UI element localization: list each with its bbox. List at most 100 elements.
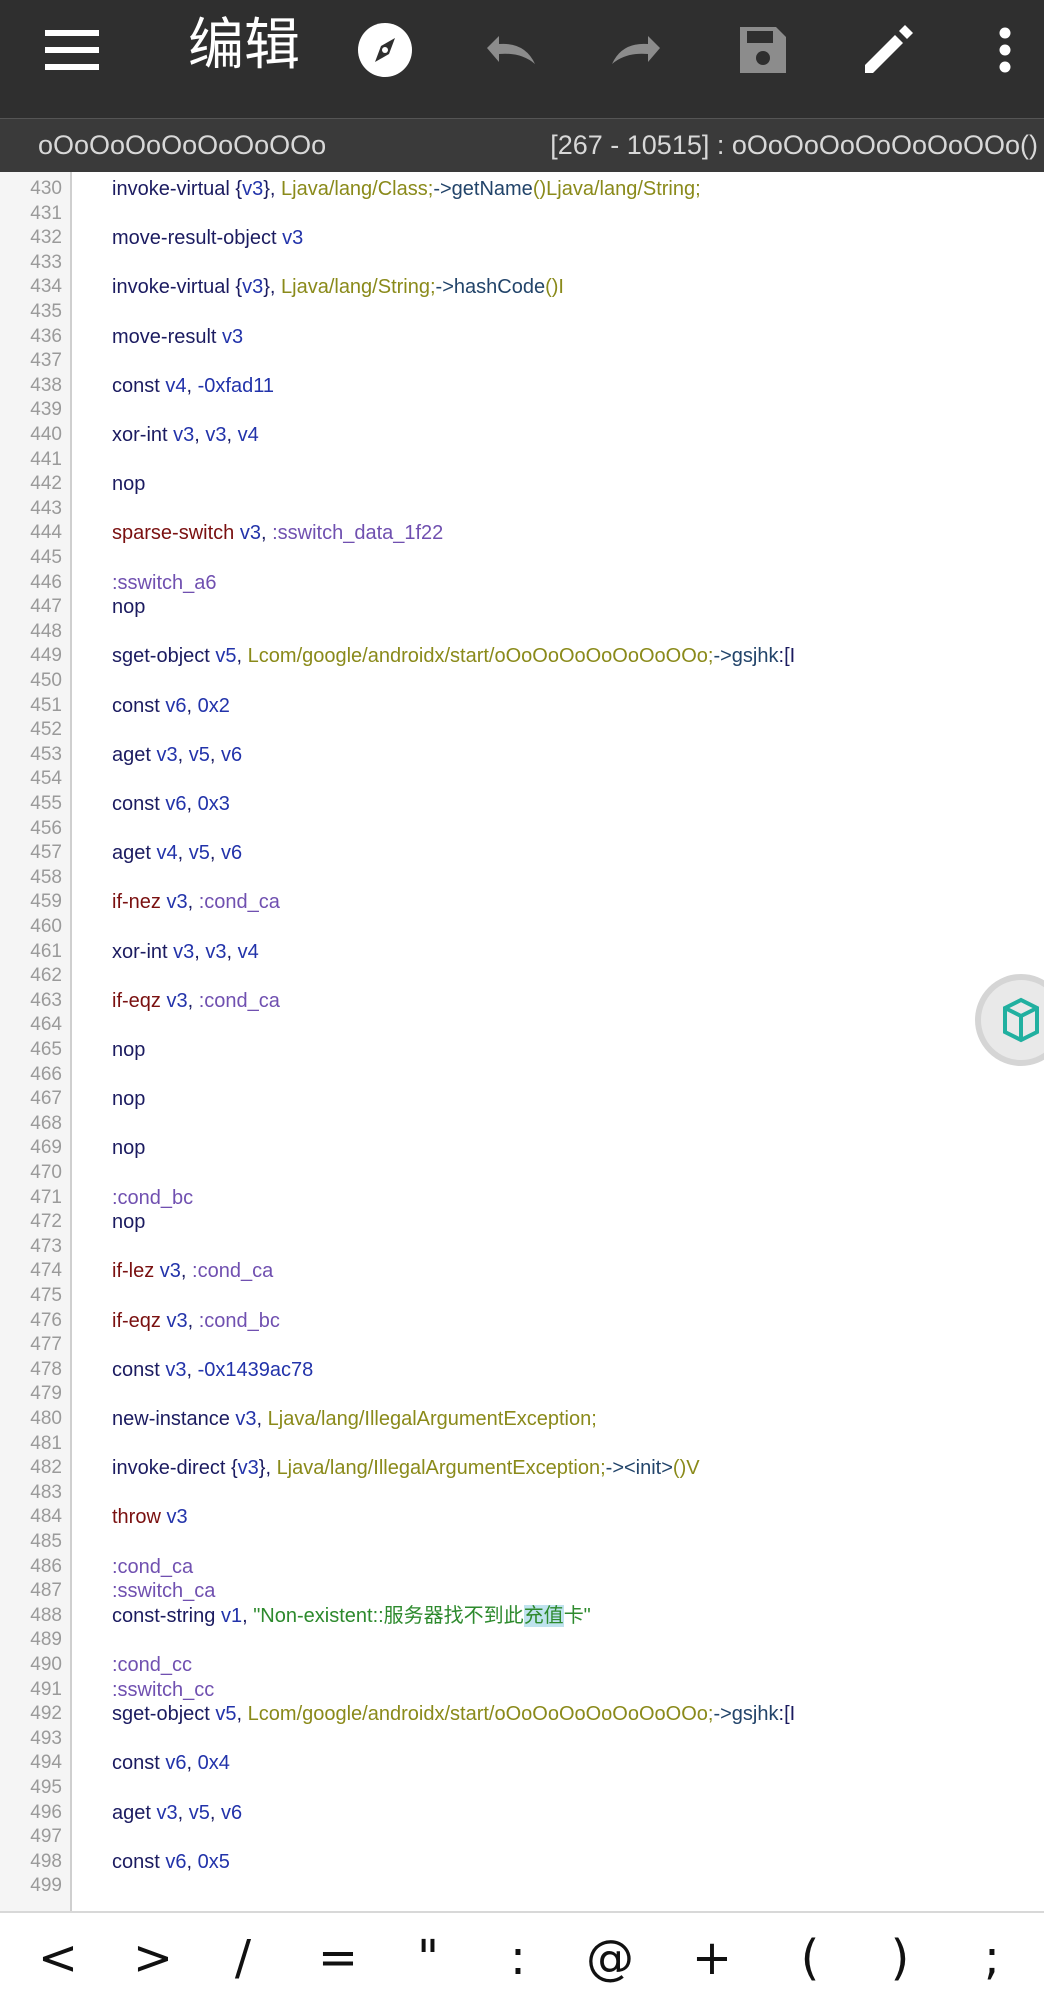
symbol-key[interactable]: < [18,1913,98,2003]
line-number: 451 [30,694,62,716]
code-line: 465 nop [0,1038,1044,1063]
line-number: 448 [30,620,62,642]
symbol-key[interactable]: = [298,1913,378,2003]
line-code: :sswitch_a6 [112,571,217,594]
code-line: 484 throw v3 [0,1505,1044,1530]
code-editor[interactable]: 430 invoke-virtual {v3}, Ljava/lang/Class… [0,172,1044,1911]
more-options-button[interactable] [980,14,1030,86]
code-line: 459 if-nez v3, :cond_ca [0,890,1044,915]
symbol-key[interactable]: : [478,1913,558,2003]
line-code: sget-object v5, Lcom/google/androidx/sta… [112,1703,796,1726]
line-number: 487 [30,1580,62,1602]
code-line: 440 xor-int v3, v3, v4 [0,423,1044,448]
line-number: 441 [30,448,62,470]
code-line: 492 sget-object v5, Lcom/google/androidx/… [0,1702,1044,1727]
line-number: 432 [30,227,62,249]
line-number: 483 [30,1481,62,1503]
line-number: 439 [30,399,62,421]
code-line: 486:cond_ca [0,1555,1044,1580]
code-line: 460 [0,915,1044,940]
code-line: 483 [0,1481,1044,1506]
line-code: :sswitch_cc [112,1678,215,1701]
code-line: 456 [0,817,1044,842]
symbol-key[interactable]: ) [860,1913,940,2003]
code-line: 438 const v4, -0xfad11 [0,374,1044,399]
code-line: 488 const-string v1, "Non-existent::服务器找不… [0,1604,1044,1629]
edit-button[interactable] [852,14,924,86]
line-code: nop [112,1137,146,1160]
undo-button[interactable] [475,14,547,86]
code-line: 446 :sswitch_a6 [0,571,1044,596]
line-number: 443 [30,497,62,519]
line-number: 470 [30,1162,62,1183]
code-line: 439 [0,398,1044,423]
line-number: 484 [30,1506,62,1528]
save-icon [740,27,786,73]
menu-button[interactable] [36,14,108,86]
line-code: nop [112,1039,146,1061]
line-number: 456 [30,817,62,839]
line-code: :cond_cc [112,1654,193,1676]
menu-icon [45,30,99,70]
line-number: 454 [30,768,62,790]
code-line: 473 [0,1235,1044,1260]
code-line: 430 invoke-virtual {v3}, Ljava/lang/Class… [0,177,1044,202]
code-line: 481 [0,1432,1044,1457]
code-line: 435 [0,300,1044,325]
code-line: 466 [0,1063,1044,1088]
code-line: 451 const v6, 0x2 [0,694,1044,719]
line-code: const v6, 0x3 [112,793,230,815]
line-code: const v6, 0x4 [112,1752,230,1775]
line-code: sget-object v5, Lcom/google/androidx/sta… [112,645,796,668]
code-line: 450 [0,669,1044,694]
symbol-key[interactable]: ; [952,1913,1032,2003]
code-line: 447 nop [0,595,1044,620]
symbol-key[interactable]: + [672,1913,752,2003]
line-number: 431 [30,202,62,224]
code-line: 464 [0,1013,1044,1038]
navigate-button[interactable] [349,14,421,86]
line-code: xor-int v3, v3, v4 [112,940,259,963]
symbol-key[interactable]: " [388,1913,468,2003]
line-number: 475 [30,1285,62,1306]
line-number: 496 [30,1801,62,1823]
line-number: 479 [30,1383,62,1405]
symbol-key[interactable]: > [113,1913,193,2003]
line-number: 489 [30,1629,62,1651]
code-line: 477 [0,1333,1044,1358]
line-number: 495 [30,1777,62,1798]
code-line: 467 nop [0,1087,1044,1112]
line-number: 435 [30,301,62,322]
line-number: 445 [30,547,62,568]
line-number: 497 [30,1826,62,1848]
symbol-key[interactable]: @ [570,1913,650,2003]
symbol-key[interactable]: ( [770,1913,850,2003]
line-number: 459 [30,891,62,913]
line-number: 464 [30,1014,62,1036]
redo-button[interactable] [600,14,672,86]
code-line: 468 [0,1112,1044,1137]
line-number: 446 [30,571,62,593]
code-line: 482 invoke-direct {v3}, Ljava/lang/Illega… [0,1456,1044,1481]
code-line: 489 [0,1628,1044,1653]
line-code: const v3, -0x1439ac78 [112,1358,314,1381]
code-line: 436 move-result v3 [0,325,1044,350]
code-line: 497 [0,1825,1044,1850]
code-line: 479 [0,1382,1044,1407]
code-line: 475 [0,1284,1044,1309]
line-number: 458 [30,866,62,888]
code-line: 474 if-lez v3, :cond_ca [0,1259,1044,1284]
save-button[interactable] [727,14,799,86]
line-number: 476 [30,1309,62,1331]
line-number: 480 [30,1408,62,1429]
edit-icon [865,25,913,73]
code-line: 462 [0,964,1044,989]
redo-icon [612,36,660,64]
symbol-key[interactable]: / [203,1913,283,2003]
line-number: 478 [30,1358,62,1380]
line-number: 467 [30,1088,62,1110]
app-bar: 编辑 [0,0,1044,118]
line-code: sparse-switch v3, :sswitch_data_1f22 [112,522,444,545]
line-number: 444 [30,522,62,544]
line-number: 494 [30,1752,62,1774]
